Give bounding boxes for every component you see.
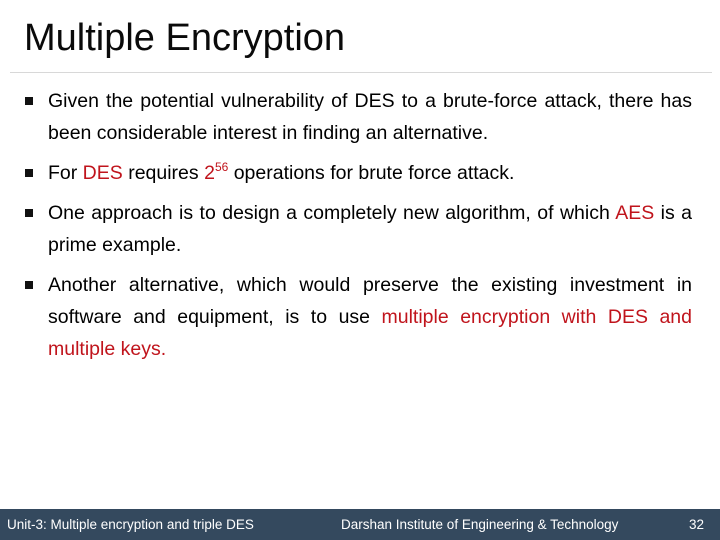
bullet-text: Given the potential vulnerability of DES… [48,90,692,144]
bullet-list: Given the potential vulnerability of DES… [24,85,692,373]
power-base: 2 [204,162,215,184]
bullet-item: One approach is to design a completely n… [24,197,692,261]
slide-footer: Unit-3: Multiple encryption and triple D… [0,509,720,540]
bullet-item: Given the potential vulnerability of DES… [24,85,692,149]
bullet-text-suffix: operations for brute force attack. [228,162,515,184]
bullet-text-prefix: For [48,162,83,184]
title-divider [10,72,712,73]
power-exponent: 56 [214,160,229,174]
slide-title: Multiple Encryption [24,17,346,59]
highlight-des: DES [82,162,123,184]
square-bullet-icon [25,169,33,177]
bullet-text-prefix: One approach is to design a completely n… [48,202,616,224]
square-bullet-icon [25,97,33,105]
highlight-aes: AES [615,202,655,224]
square-bullet-icon [25,281,33,289]
square-bullet-icon [25,209,33,217]
bullet-item: Another alternative, which would preserv… [24,269,692,365]
footer-institute: Darshan Institute of Engineering & Techn… [341,517,619,532]
page-number: 32 [688,517,704,532]
power-expression: 256 [204,160,229,184]
bullet-item: For DES requires 256 operations for brut… [24,157,692,189]
bullet-text-middle: requires [122,162,205,184]
footer-unit-label: Unit-3: Multiple encryption and triple D… [7,517,254,532]
